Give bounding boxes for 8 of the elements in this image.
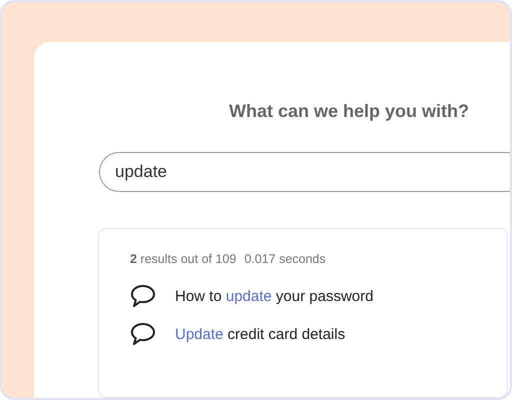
result-link[interactable]: Update credit card details [175,326,346,342]
result-link[interactable]: How to update your password [175,288,374,304]
help-heading: What can we help you with? [229,101,470,122]
speech-bubble-icon [130,284,156,308]
search-time: 0.017 seconds [244,252,326,266]
search-field[interactable]: update [99,152,510,192]
speech-bubble-icon [130,322,156,346]
results-count: 2 results out of 109 [130,252,236,266]
